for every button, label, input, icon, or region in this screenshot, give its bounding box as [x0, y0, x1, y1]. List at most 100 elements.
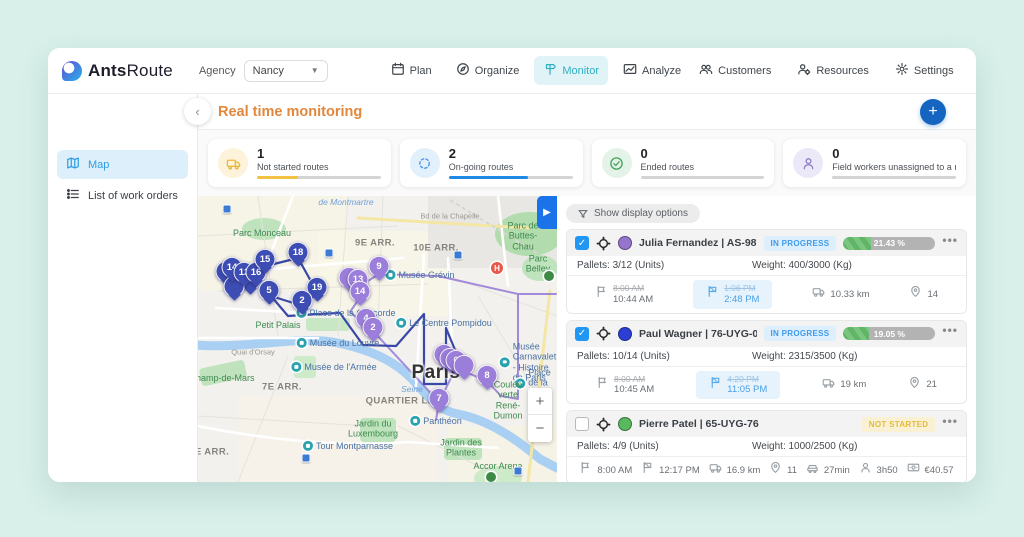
map-collapse-button[interactable]: ▶ [537, 196, 557, 229]
sidebar-item-list-of-work-orders[interactable]: List of work orders [57, 181, 188, 210]
stat-value: 2 [448, 146, 456, 162]
routes-panel: Show display options ✓ Julia Fernandez |… [557, 196, 976, 482]
agency-dropdown[interactable]: Nancy ▼ [243, 59, 328, 82]
secondary-nav: Customers Resources Settings 98 MH [690, 56, 976, 85]
route-progress-label: 21.43 % [873, 238, 905, 248]
route-stop-pin-blue-5[interactable]: 5 [258, 279, 280, 301]
stat-progress-fill [257, 175, 298, 179]
cash-icon [907, 461, 920, 479]
group-icon [699, 62, 713, 79]
stat-card-1[interactable]: 2 On-going routes [399, 139, 583, 187]
locate-target-icon[interactable] [596, 236, 611, 251]
detail-truck: 16.9 km [709, 461, 760, 479]
agency-selector: Agency Nancy ▼ [198, 59, 328, 82]
metro-icon [222, 204, 232, 214]
locate-target-icon[interactable] [596, 326, 611, 341]
flagstart-icon [595, 285, 608, 303]
zoom-in-button[interactable]: + [528, 388, 552, 415]
stat-card-3[interactable]: 0 Field workers unassigned to a route [783, 139, 966, 187]
show-display-options-button[interactable]: Show display options [566, 204, 700, 223]
route-details-row: 8:00 AM 10:44 AM 1:06 PM 2:48 PM 10.33 k… [567, 276, 966, 313]
status-badge: NOT STARTED [861, 416, 936, 432]
nav-item-settings[interactable]: Settings [886, 56, 963, 85]
planned-time: 1:06 PM [724, 283, 756, 293]
route-color-dot [618, 417, 632, 431]
nav-tab-monitor[interactable]: Monitor [534, 56, 609, 85]
nav-tab-analyze[interactable]: Analyze [614, 56, 690, 85]
flagstart-icon [579, 461, 592, 479]
stats-row: 1 Not started routes 2 On-going routes 0… [198, 130, 976, 196]
detail-flagstart: 8:00 AM [579, 461, 632, 479]
route-name: Julia Fernandez | AS-987-WX [639, 237, 757, 249]
planned-time: 4:20 PM [727, 373, 759, 384]
chart-icon [623, 62, 637, 79]
brand-name: AntsRoute [88, 60, 173, 80]
route-name: Pierre Patel | 65-UYG-76 [639, 418, 759, 430]
route-checkbox[interactable]: ✓ [575, 326, 589, 341]
route-checkbox[interactable] [575, 417, 589, 431]
flagstart-icon [596, 376, 609, 394]
detail-value: 27min [823, 464, 850, 476]
persongear-icon [797, 62, 811, 79]
route-stop-pin-purple-9[interactable]: 9 [368, 255, 390, 277]
route-stop-pin-purple-14[interactable]: 14 [349, 280, 371, 302]
back-button[interactable]: ‹ [184, 98, 211, 125]
route-stop-pin-purple[interactable] [453, 354, 475, 376]
add-button[interactable]: + [920, 99, 946, 125]
route-more-button[interactable]: ••• [942, 324, 958, 339]
route-pallets: Pallets: 10/14 (Units) [577, 350, 670, 362]
route-stop-pin-purple-7[interactable]: 7 [428, 387, 450, 409]
route-stop-pin-blue-18[interactable]: 18 [287, 241, 309, 263]
detail-flagfinish: 4:20 PM 11:05 PM [696, 370, 781, 399]
route-weight: Weight: 1000/2500 (Kg) [752, 441, 858, 452]
route-stop-pin-purple-8[interactable]: 8 [476, 364, 498, 386]
stat-value: 0 [640, 146, 648, 162]
metro-icon [301, 453, 311, 463]
stat-progress-track [640, 175, 765, 179]
person-icon [859, 461, 872, 479]
locate-target-icon[interactable] [596, 417, 611, 432]
detail-value: 10.33 km [830, 288, 870, 300]
stat-progress-track [448, 175, 573, 179]
nav-tab-plan[interactable]: Plan [382, 56, 441, 85]
stat-label: Field workers unassigned to a route [832, 161, 956, 172]
planned-time: 8:00 AM [612, 283, 645, 293]
route-card: ✓ Julia Fernandez | AS-987-WX IN PROGRES… [566, 229, 967, 314]
person-icon [793, 148, 824, 178]
route-card-header: ✓ Julia Fernandez | AS-987-WX IN PROGRES… [567, 230, 966, 256]
brand-logo[interactable]: AntsRoute [62, 60, 173, 81]
sidebar: Map List of work orders [48, 94, 198, 482]
route-more-button[interactable]: ••• [942, 415, 958, 430]
agency-label: Agency [198, 64, 236, 77]
detail-truck: 10.33 km [812, 285, 869, 303]
brand-logo-icon [62, 60, 82, 81]
map-canvas[interactable]: de Montmartre Bd de la Chapelle Parc Monce… [198, 196, 557, 482]
status-badge: IN PROGRESS [763, 235, 837, 251]
detail-pin: 11 [769, 461, 797, 479]
stat-card-0[interactable]: 1 Not started routes [208, 139, 391, 187]
route-stop-pin-blue-15[interactable]: 15 [254, 248, 276, 270]
stat-progress-fill [448, 175, 528, 179]
truck-icon [822, 376, 835, 394]
detail-pin: 21 [908, 376, 937, 394]
route-more-button[interactable]: ••• [942, 234, 958, 249]
stat-card-2[interactable]: 0 Ended routes [591, 139, 775, 187]
park-poi-icon [486, 472, 496, 482]
nav-item-resources[interactable]: Resources [788, 56, 878, 85]
route-stop-pin-purple-2[interactable]: 2 [362, 316, 384, 338]
zoom-out-button[interactable]: − [528, 415, 552, 442]
sidebar-item-map[interactable]: Map [57, 150, 188, 179]
route-checkbox[interactable]: ✓ [575, 236, 589, 250]
route-load-row: Pallets: 4/9 (Units) Weight: 1000/2500 (… [567, 437, 966, 457]
truck-icon [709, 461, 722, 479]
nav-item-customers[interactable]: Customers [690, 56, 780, 85]
route-details-row: 8:00 AM 10:45 AM 4:20 PM 11:05 PM 19 km … [567, 367, 966, 404]
map-tiles [198, 196, 557, 482]
status-badge: IN PROGRESS [763, 326, 837, 341]
nav-tab-organize[interactable]: Organize [447, 56, 529, 85]
route-stop-pin-blue-2[interactable]: 2 [291, 289, 313, 311]
secondary-nav-items: Customers Resources Settings [690, 56, 963, 85]
main-area: ‹ Real time monitoring + 1 Not started r… [184, 94, 976, 482]
check-icon [601, 148, 632, 178]
pin-icon [909, 285, 922, 303]
